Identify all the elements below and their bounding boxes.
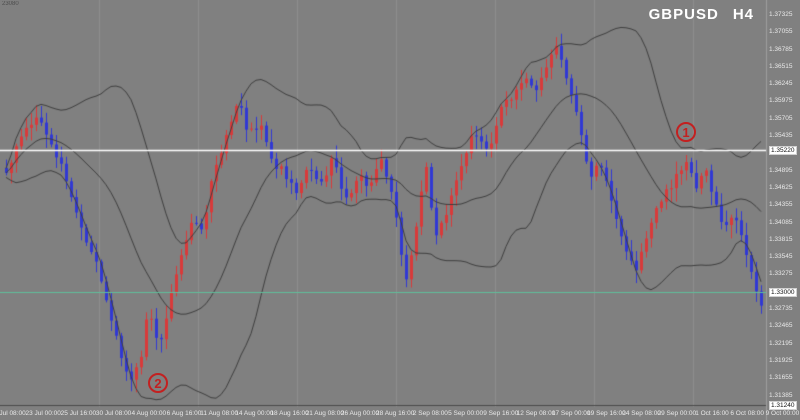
time-axis-label: 24 Sep 08:00	[622, 410, 661, 417]
time-axis-label: 5 Sep 00:00	[448, 410, 483, 417]
time-axis-label: 18 Jul 08:00	[0, 410, 26, 417]
time-axis-label: 26 Aug 00:00	[341, 410, 379, 417]
time-axis-label: 21 Aug 08:00	[306, 410, 344, 417]
time-axis-label: 18 Aug 16:00	[270, 410, 308, 417]
chart-title: GBPUSD H4	[649, 6, 754, 23]
time-axis-label: 25 Jul 16:00	[61, 410, 96, 417]
price-axis-label: 1.36245	[769, 80, 793, 88]
price-axis-label: 1.33275	[769, 270, 793, 278]
time-axis-label: 28 Aug 16:00	[376, 410, 414, 417]
time-axis-label: 29 Sep 00:00	[657, 410, 696, 417]
price-axis-label: 1.35705	[769, 115, 793, 123]
price-label-box-white-line: 1.35220	[769, 146, 797, 155]
time-axis-label: 23 Jul 00:00	[25, 410, 60, 417]
price-axis-label: 1.36515	[769, 63, 793, 71]
price-axis-label: 1.32735	[769, 305, 793, 313]
time-axis-label: 9 Sep 16:00	[483, 410, 518, 417]
time-axis-label: 1 Oct 16:00	[695, 410, 729, 417]
price-axis-label: 1.35435	[769, 132, 793, 140]
price-chart-canvas[interactable]	[0, 0, 800, 420]
time-axis-label: 4 Aug 00:00	[131, 410, 166, 417]
symbol-label: GBPUSD	[649, 6, 719, 23]
watermark: 23080	[2, 1, 19, 7]
price-axis-label: 1.34355	[769, 201, 793, 209]
price-axis-label: 1.37325	[769, 11, 793, 19]
price-axis-label: 1.31655	[769, 374, 793, 382]
time-axis-label: 6 Aug 16:00	[167, 410, 202, 417]
time-axis-label: 17 Sep 00:00	[552, 410, 591, 417]
time-axis-label: 6 Oct 08:00	[730, 410, 764, 417]
time-axis-label: 30 Jul 08:00	[96, 410, 131, 417]
price-axis-label: 1.32465	[769, 322, 793, 330]
price-axis-label: 1.32195	[769, 340, 793, 348]
price-axis-label: 1.31925	[769, 357, 793, 365]
price-axis-label: 1.35975	[769, 97, 793, 105]
price-axis-label: 1.34085	[769, 219, 793, 227]
price-axis[interactable]: 1.37325 1.37055 1.36785 1.36515 1.36245 1.359…	[766, 0, 800, 420]
price-axis-label: 1.33545	[769, 253, 793, 261]
price-label-box-teal-line: 1.33000	[769, 288, 797, 297]
timeframe-label: H4	[733, 6, 754, 23]
annotation-circle-1[interactable]: 1	[676, 122, 696, 142]
time-axis-label: 12 Sep 08:00	[517, 410, 556, 417]
time-axis-label: 19 Sep 16:00	[587, 410, 626, 417]
time-axis-label: 11 Aug 08:00	[200, 410, 238, 417]
time-axis-label: 14 Aug 00:00	[235, 410, 273, 417]
chart-window: 23080 GBPUSD H4 1.37325 1.37055 1.36785 1.36…	[0, 0, 800, 420]
time-axis-label: 2 Sep 08:00	[413, 410, 448, 417]
price-axis-label: 1.31385	[769, 392, 793, 400]
price-axis-label: 1.33815	[769, 236, 793, 244]
price-axis-label: 1.37055	[769, 28, 793, 36]
price-axis-label: 1.36785	[769, 46, 793, 54]
price-axis-label: 1.34895	[769, 167, 793, 175]
time-axis[interactable]: 18 Jul 08:0023 Jul 00:0025 Jul 16:0030 J…	[0, 407, 800, 420]
time-axis-label: 9 Oct 00:00	[766, 410, 800, 417]
annotation-circle-2[interactable]: 2	[148, 373, 168, 393]
price-axis-label: 1.34625	[769, 184, 793, 192]
